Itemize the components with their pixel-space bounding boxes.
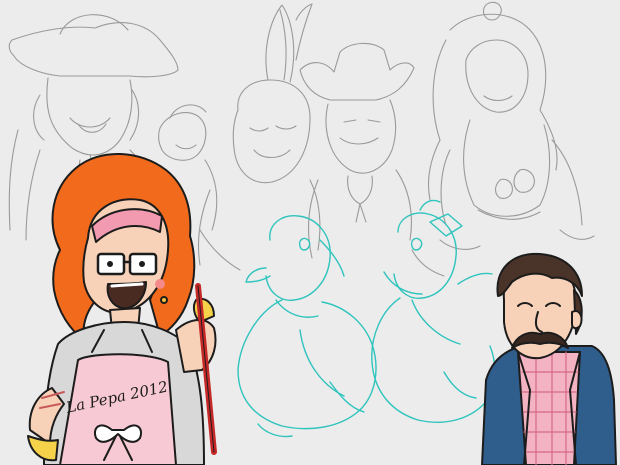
cyan-duck-left xyxy=(237,215,377,438)
illustration-canvas: La Pepa 2012 xyxy=(0,0,620,465)
sketch-cowboy xyxy=(299,42,415,259)
cyan-duck-right xyxy=(371,199,496,423)
man-character xyxy=(481,252,617,465)
cyan-duck-sketches xyxy=(237,199,496,438)
illustration-svg: La Pepa 2012 xyxy=(8,1,617,465)
sketch-feather-figure xyxy=(197,3,321,266)
sketch-long-hair-woman xyxy=(427,1,595,250)
woman-character: La Pepa 2012 xyxy=(27,152,217,465)
